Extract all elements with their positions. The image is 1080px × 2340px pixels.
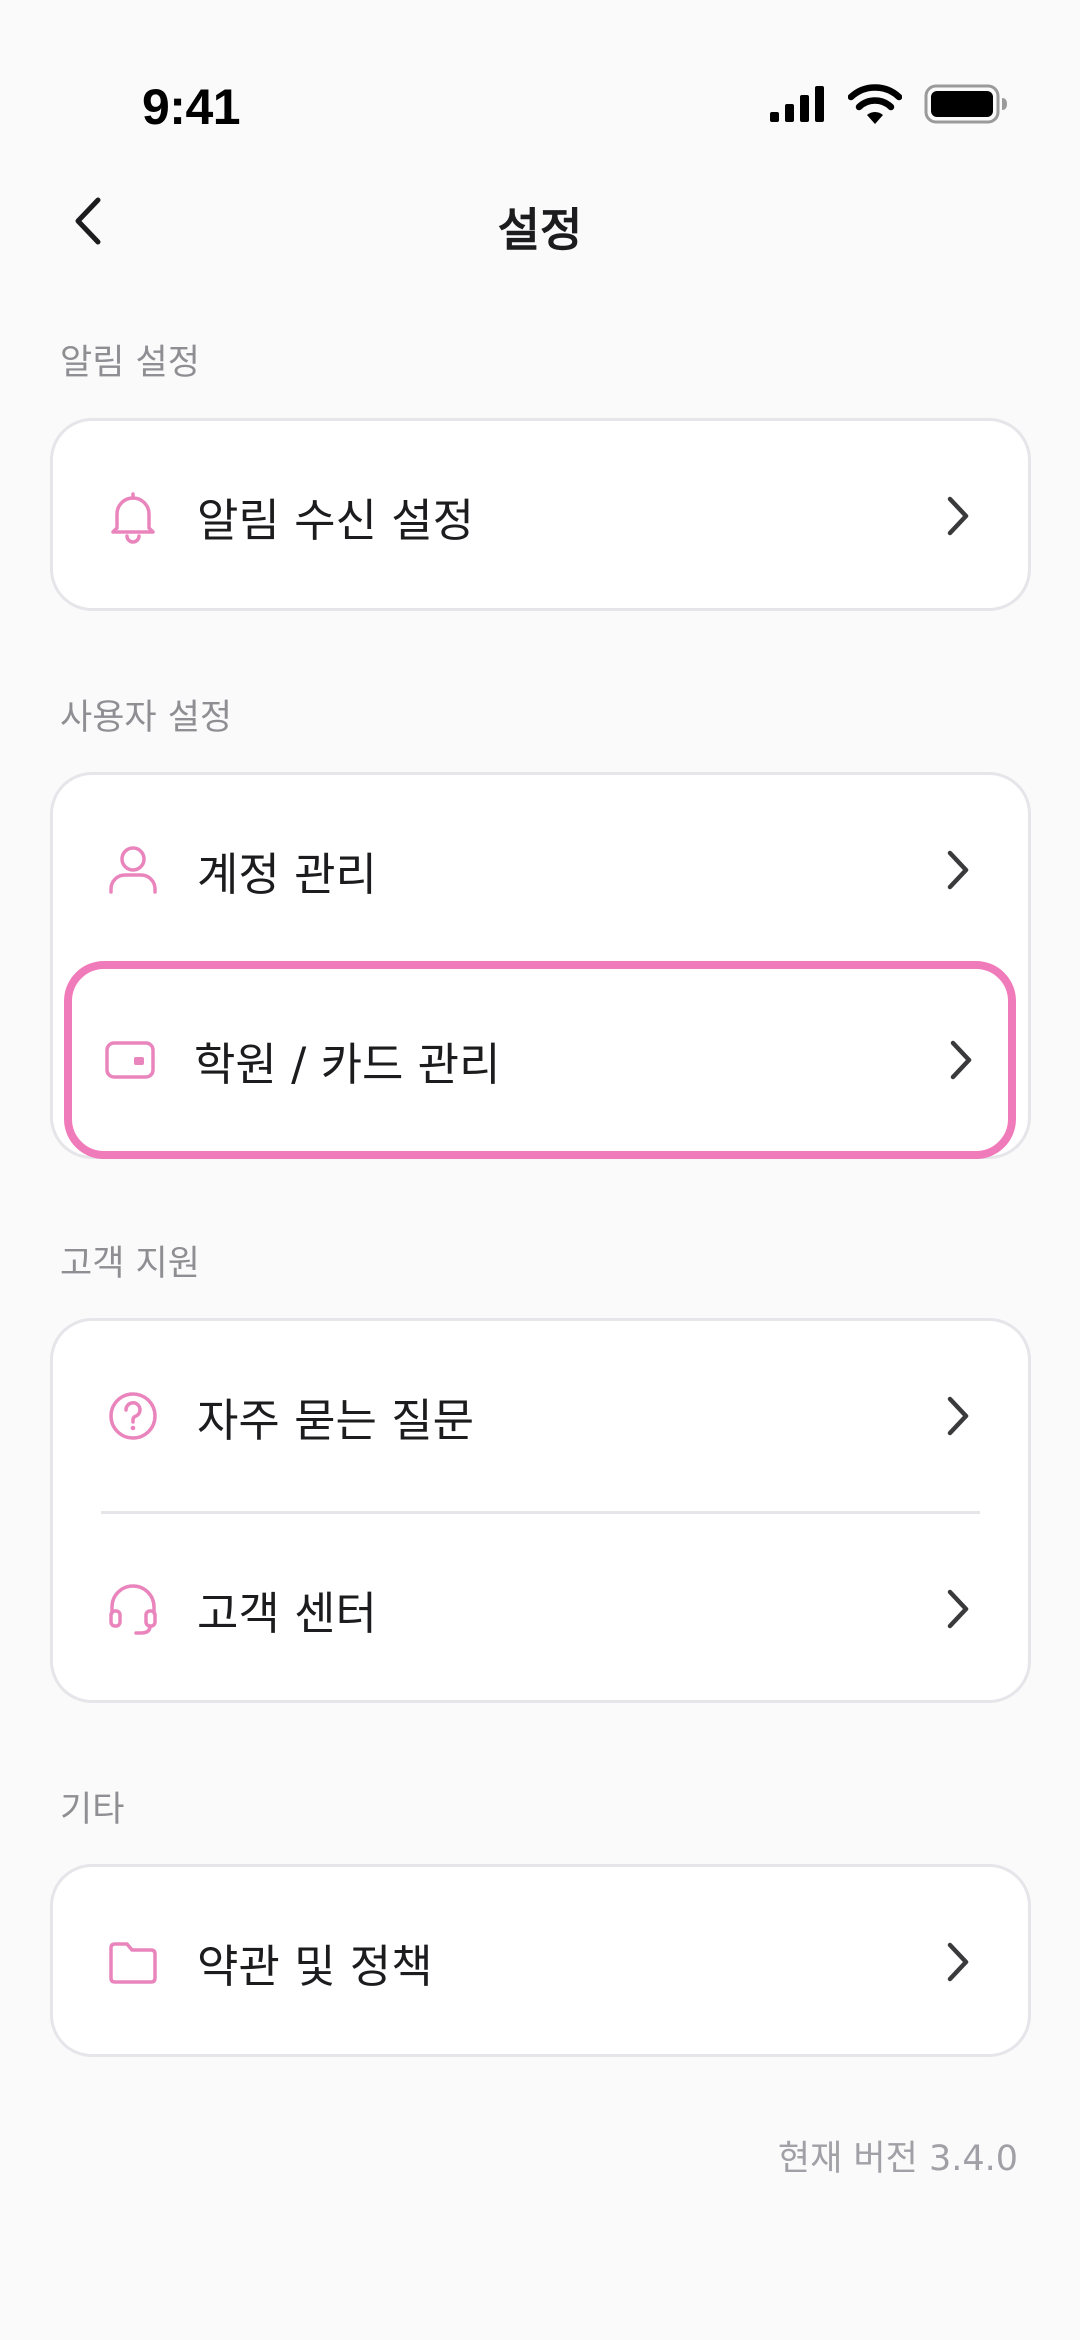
chevron-right-icon <box>943 1037 979 1083</box>
chevron-right-icon <box>940 1586 976 1632</box>
settings-item-label: 약관 및 정책 <box>197 1939 433 1993</box>
card-notifications: 알림 수신 설정 <box>50 418 1031 611</box>
battery-icon <box>924 84 1008 124</box>
settings-item-label: 알림 수신 설정 <box>197 493 475 547</box>
settings-item-terms-policy[interactable]: 약관 및 정책 <box>53 1867 1028 2057</box>
chevron-right-icon <box>940 1939 976 1985</box>
settings-item-label: 고객 센터 <box>197 1586 377 1640</box>
bell-icon <box>105 488 161 544</box>
app-version: 현재 버전 3.4.0 <box>777 2139 1018 2179</box>
cellular-signal-icon <box>770 86 826 122</box>
status-icons <box>770 84 1008 124</box>
card-etc: 약관 및 정책 <box>50 1864 1031 2057</box>
card-support: 자주 묻는 질문 고객 센터 <box>50 1318 1031 1703</box>
section-label-support: 고객 지원 <box>60 1244 200 1284</box>
section-label-notifications: 알림 설정 <box>60 343 200 383</box>
settings-item-label: 학원 / 카드 관리 <box>194 1037 501 1091</box>
folder-icon <box>105 1934 161 1990</box>
wifi-icon <box>848 84 902 124</box>
settings-item-academy-card[interactable]: 학원 / 카드 관리 <box>50 965 1031 1155</box>
wallet-icon <box>102 1032 158 1088</box>
settings-item-faq[interactable]: 자주 묻는 질문 <box>53 1321 1028 1511</box>
chevron-right-icon <box>940 1393 976 1439</box>
navigation-bar: 설정 <box>0 180 1080 266</box>
settings-item-account[interactable]: 계정 관리 <box>53 775 1028 965</box>
status-bar: 9:41 <box>0 0 1080 150</box>
status-time: 9:41 <box>142 79 241 135</box>
settings-screen: 9:41 설정 알림 설정 알림 수신 설정 사용자 설정 계정 관리 학원 /… <box>0 0 1080 2340</box>
settings-item-label: 자주 묻는 질문 <box>197 1393 475 1447</box>
chevron-right-icon <box>940 493 976 539</box>
section-label-etc: 기타 <box>60 1790 125 1830</box>
settings-item-label: 계정 관리 <box>197 847 377 901</box>
chevron-right-icon <box>940 847 976 893</box>
page-title: 설정 <box>497 203 583 257</box>
settings-item-notification-preferences[interactable]: 알림 수신 설정 <box>53 421 1028 611</box>
headset-icon <box>105 1581 161 1637</box>
section-label-user: 사용자 설정 <box>60 698 233 738</box>
person-icon <box>105 842 161 898</box>
settings-item-customer-center[interactable]: 고객 센터 <box>53 1514 1028 1704</box>
question-circle-icon <box>105 1388 161 1444</box>
